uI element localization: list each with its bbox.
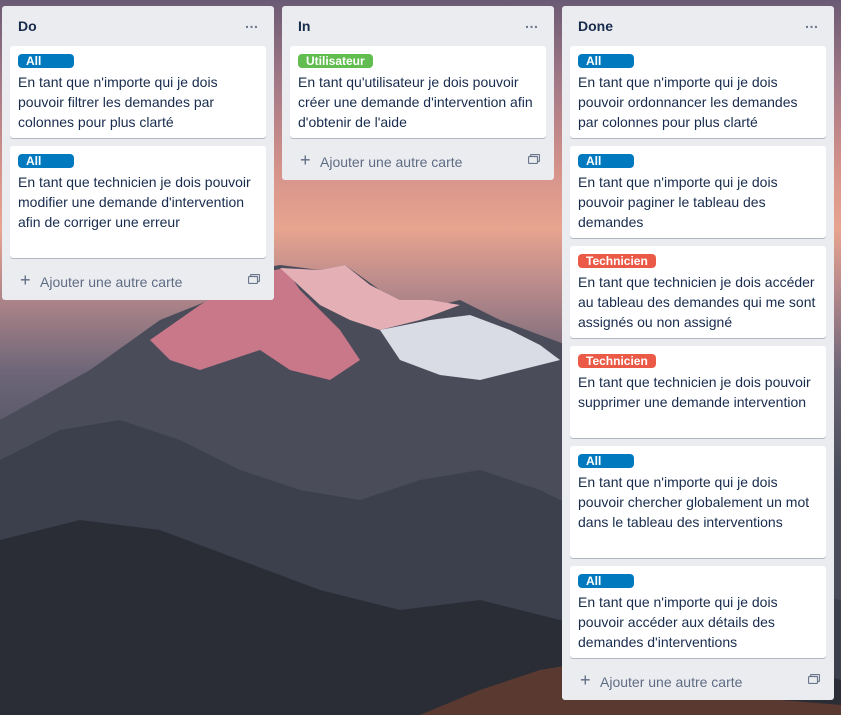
card[interactable]: Technicien En tant que technicien je doi…	[570, 346, 826, 438]
card-title: En tant que technicien je dois accéder a…	[578, 274, 816, 330]
list-title[interactable]: Done	[578, 18, 613, 34]
plus-icon: +	[20, 270, 31, 290]
add-card-button[interactable]: + Ajouter une autre carte	[562, 664, 834, 700]
more-icon[interactable]: …	[238, 14, 266, 38]
card-template-icon[interactable]	[248, 274, 260, 284]
card-list: All En tant que n'importe qui je dois po…	[562, 46, 834, 658]
list-header: Do …	[2, 6, 274, 46]
card-label: All	[578, 54, 634, 68]
card[interactable]: All En tant que n'importe qui je dois po…	[10, 46, 266, 138]
add-card-button[interactable]: + Ajouter une autre carte	[2, 264, 274, 300]
card-label: Utilisateur	[298, 54, 373, 68]
card[interactable]: Utilisateur En tant qu'utilisateur je do…	[290, 46, 546, 138]
card-label: Technicien	[578, 354, 656, 368]
list-title[interactable]: Do	[18, 18, 37, 34]
list-title[interactable]: In	[298, 18, 310, 34]
list-done: Done … All En tant que n'importe qui je …	[562, 6, 834, 700]
list-header: Done …	[562, 6, 834, 46]
card-label: Technicien	[578, 254, 656, 268]
plus-icon: +	[580, 670, 591, 690]
card-label: All	[578, 154, 634, 168]
card-label: All	[18, 54, 74, 68]
card-title: En tant que technicien je dois pouvoir s…	[578, 374, 811, 410]
card-title: En tant que n'importe qui je dois pouvoi…	[18, 74, 218, 130]
add-card-label: Ajouter une autre carte	[320, 154, 463, 170]
card[interactable]: All En tant que technicien je dois pouvo…	[10, 146, 266, 258]
card-label: All	[578, 574, 634, 588]
card-label: All	[578, 454, 634, 468]
plus-icon: +	[300, 150, 311, 170]
card-list: Utilisateur En tant qu'utilisateur je do…	[282, 46, 554, 138]
add-card-label: Ajouter une autre carte	[600, 674, 743, 690]
card-list: All En tant que n'importe qui je dois po…	[2, 46, 274, 258]
card-title: En tant qu'utilisateur je dois pouvoir c…	[298, 74, 533, 130]
card-title: En tant que n'importe qui je dois pouvoi…	[578, 174, 778, 230]
card[interactable]: All En tant que n'importe qui je dois po…	[570, 566, 826, 658]
card-template-icon[interactable]	[808, 674, 820, 684]
list-in: In … Utilisateur En tant qu'utilisateur …	[282, 6, 554, 180]
add-card-button[interactable]: + Ajouter une autre carte	[282, 144, 554, 180]
card-label: All	[18, 154, 74, 168]
card[interactable]: All En tant que n'importe qui je dois po…	[570, 146, 826, 238]
card[interactable]: All En tant que n'importe qui je dois po…	[570, 446, 826, 558]
card[interactable]: All En tant que n'importe qui je dois po…	[570, 46, 826, 138]
list-do: Do … All En tant que n'importe qui je do…	[2, 6, 274, 300]
card-title: En tant que n'importe qui je dois pouvoi…	[578, 474, 810, 530]
card-title: En tant que technicien je dois pouvoir m…	[18, 174, 251, 230]
add-card-label: Ajouter une autre carte	[40, 274, 183, 290]
more-icon[interactable]: …	[518, 14, 546, 38]
card-template-icon[interactable]	[528, 154, 540, 164]
card-title: En tant que n'importe qui je dois pouvoi…	[578, 594, 778, 650]
card-title: En tant que n'importe qui je dois pouvoi…	[578, 74, 798, 130]
list-header: In …	[282, 6, 554, 46]
more-icon[interactable]: …	[798, 14, 826, 38]
card[interactable]: Technicien En tant que technicien je doi…	[570, 246, 826, 338]
